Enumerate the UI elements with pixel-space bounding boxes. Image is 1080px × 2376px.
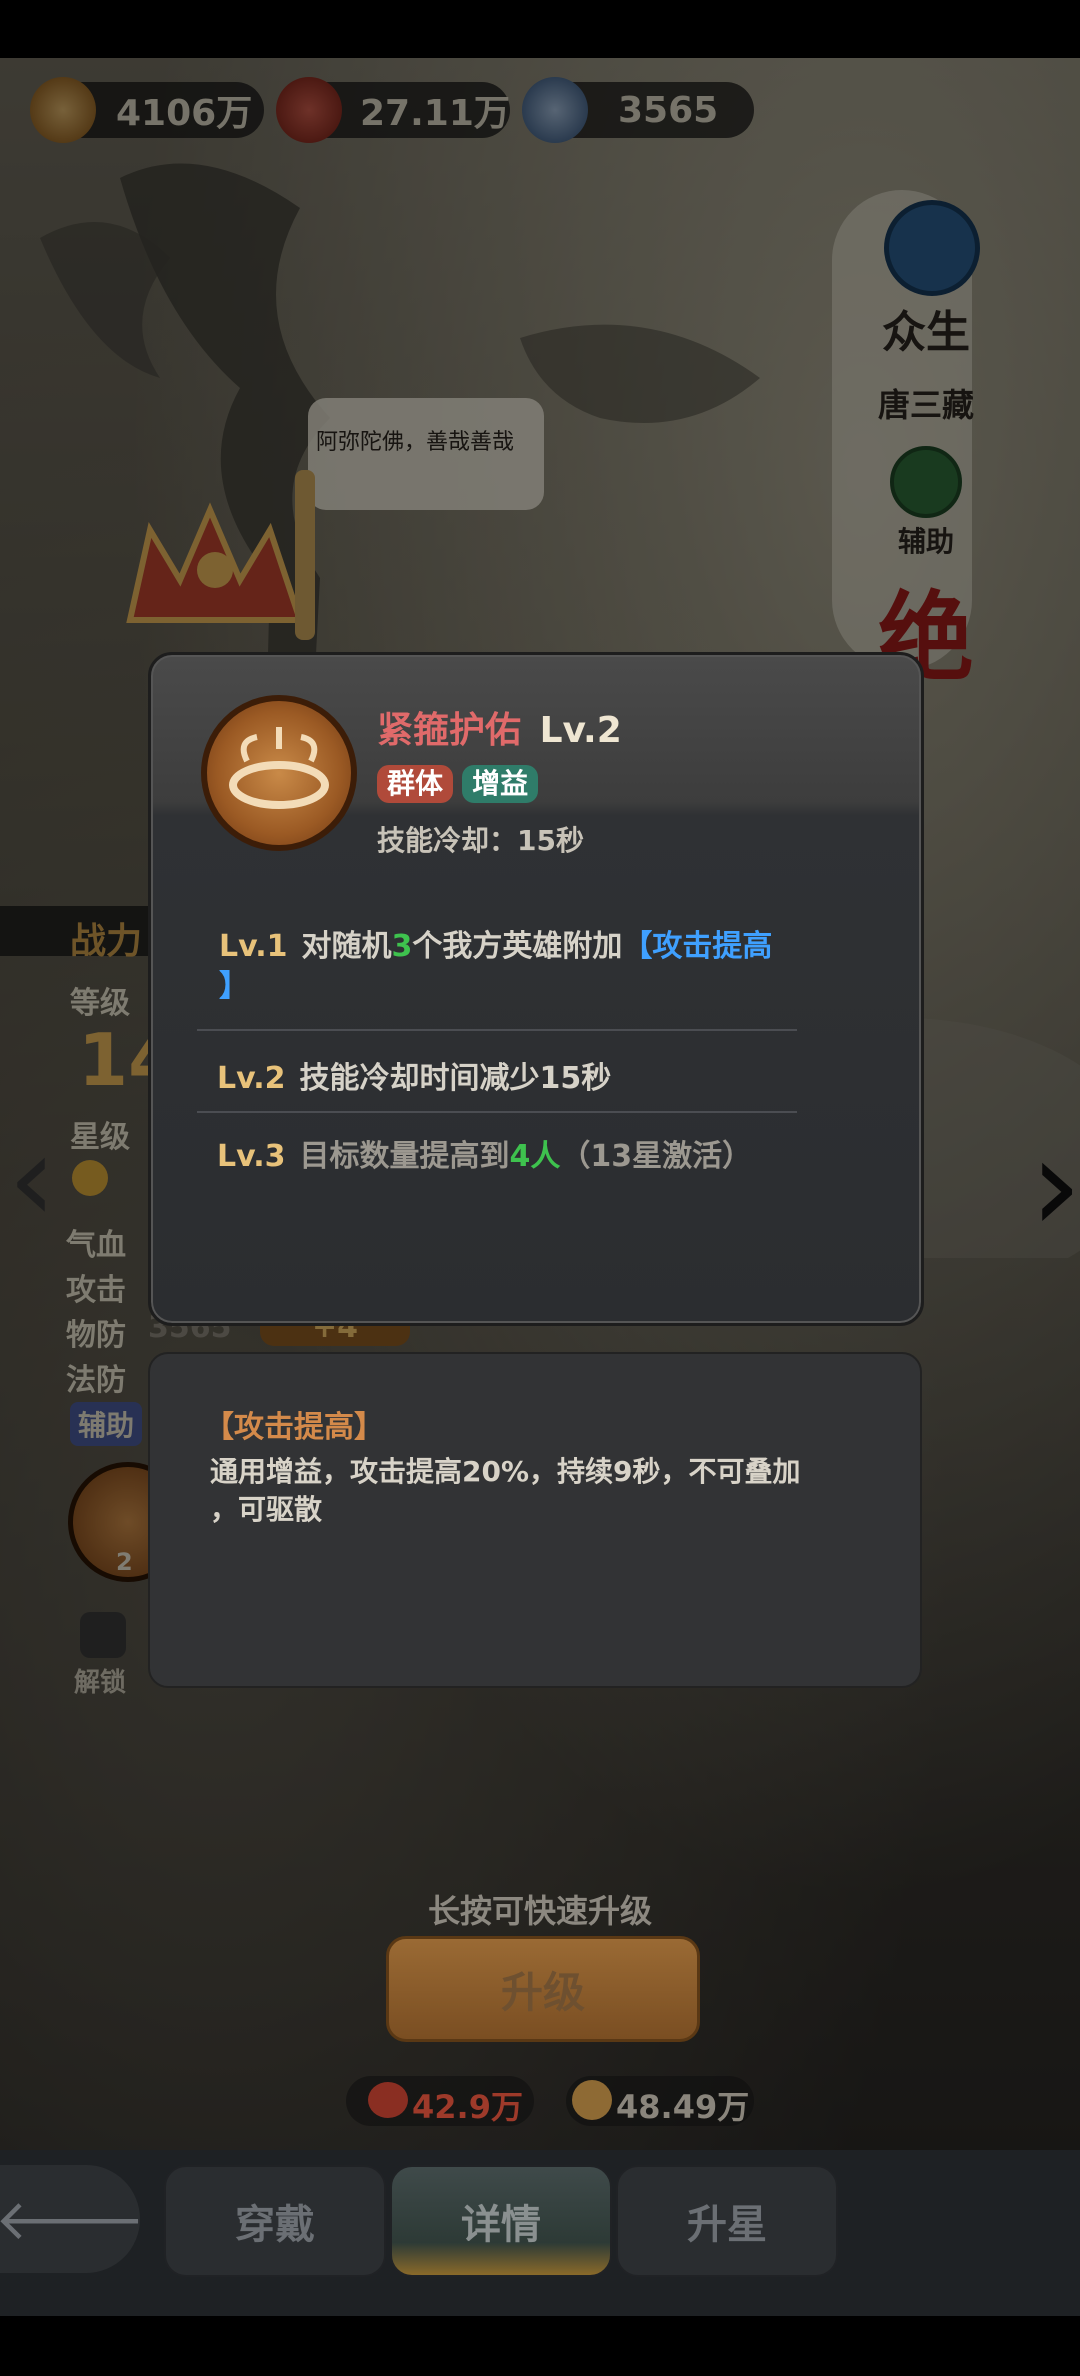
skill-cooldown: 技能冷却：15秒 (377, 824, 584, 857)
skill-level: Lv.2 (539, 710, 622, 751)
upgrade-hint: 长按可快速升级 (427, 1892, 652, 1930)
skill-tags: 群体 增益 (377, 765, 539, 803)
tab-detail[interactable]: 详情 (390, 2165, 612, 2277)
buff-desc-line2: ，可驱散 (210, 1493, 323, 1526)
level-2-description: Lv.2 技能冷却时间减少15秒 (217, 1061, 612, 1096)
tag-buff: 增益 (462, 765, 539, 803)
tab-star-up[interactable]: 升星 (616, 2165, 838, 2277)
buff-title: 【攻击提高】 (204, 1410, 384, 1445)
tab-wear[interactable]: 穿戴 (164, 2165, 386, 2277)
skill-icon (201, 695, 357, 851)
divider (197, 1111, 797, 1113)
buff-info-panel: 【攻击提高】 通用增益，攻击提高20%，持续9秒，不可叠加 ，可驱散 (148, 1352, 922, 1688)
coin-icon (572, 2080, 612, 2120)
upgrade-button[interactable]: 升级 (386, 1936, 700, 2042)
level-1-description: Lv.1 对随机3个我方英雄附加【攻击提高】 (219, 929, 773, 1004)
cost-meat: 42.9万 (346, 2076, 534, 2126)
meat-icon (368, 2082, 408, 2118)
skill-title: 紧箍护佑 Lv.2 (377, 701, 622, 753)
buff-desc-line1: 通用增益，攻击提高20%，持续9秒，不可叠加 (210, 1455, 801, 1488)
skill-popup: 紧箍护佑 Lv.2 群体 增益 技能冷却：15秒 Lv.1 对随机3个我方英雄附加… (148, 652, 924, 1326)
back-button[interactable]: 🡐 (0, 2165, 145, 2273)
level-3-description: Lv.3 目标数量提高到4人（13星激活） (217, 1139, 753, 1174)
tag-group: 群体 (377, 765, 454, 803)
skill-name: 紧箍护佑 (377, 710, 522, 751)
buff-link[interactable]: 【攻击提高 (622, 929, 772, 964)
divider (197, 1029, 797, 1031)
status-bar (0, 0, 1080, 58)
system-bar (0, 2316, 1080, 2376)
back-arrow-icon: 🡐 (0, 2188, 146, 2253)
cost-coins: 48.49万 (566, 2076, 754, 2126)
